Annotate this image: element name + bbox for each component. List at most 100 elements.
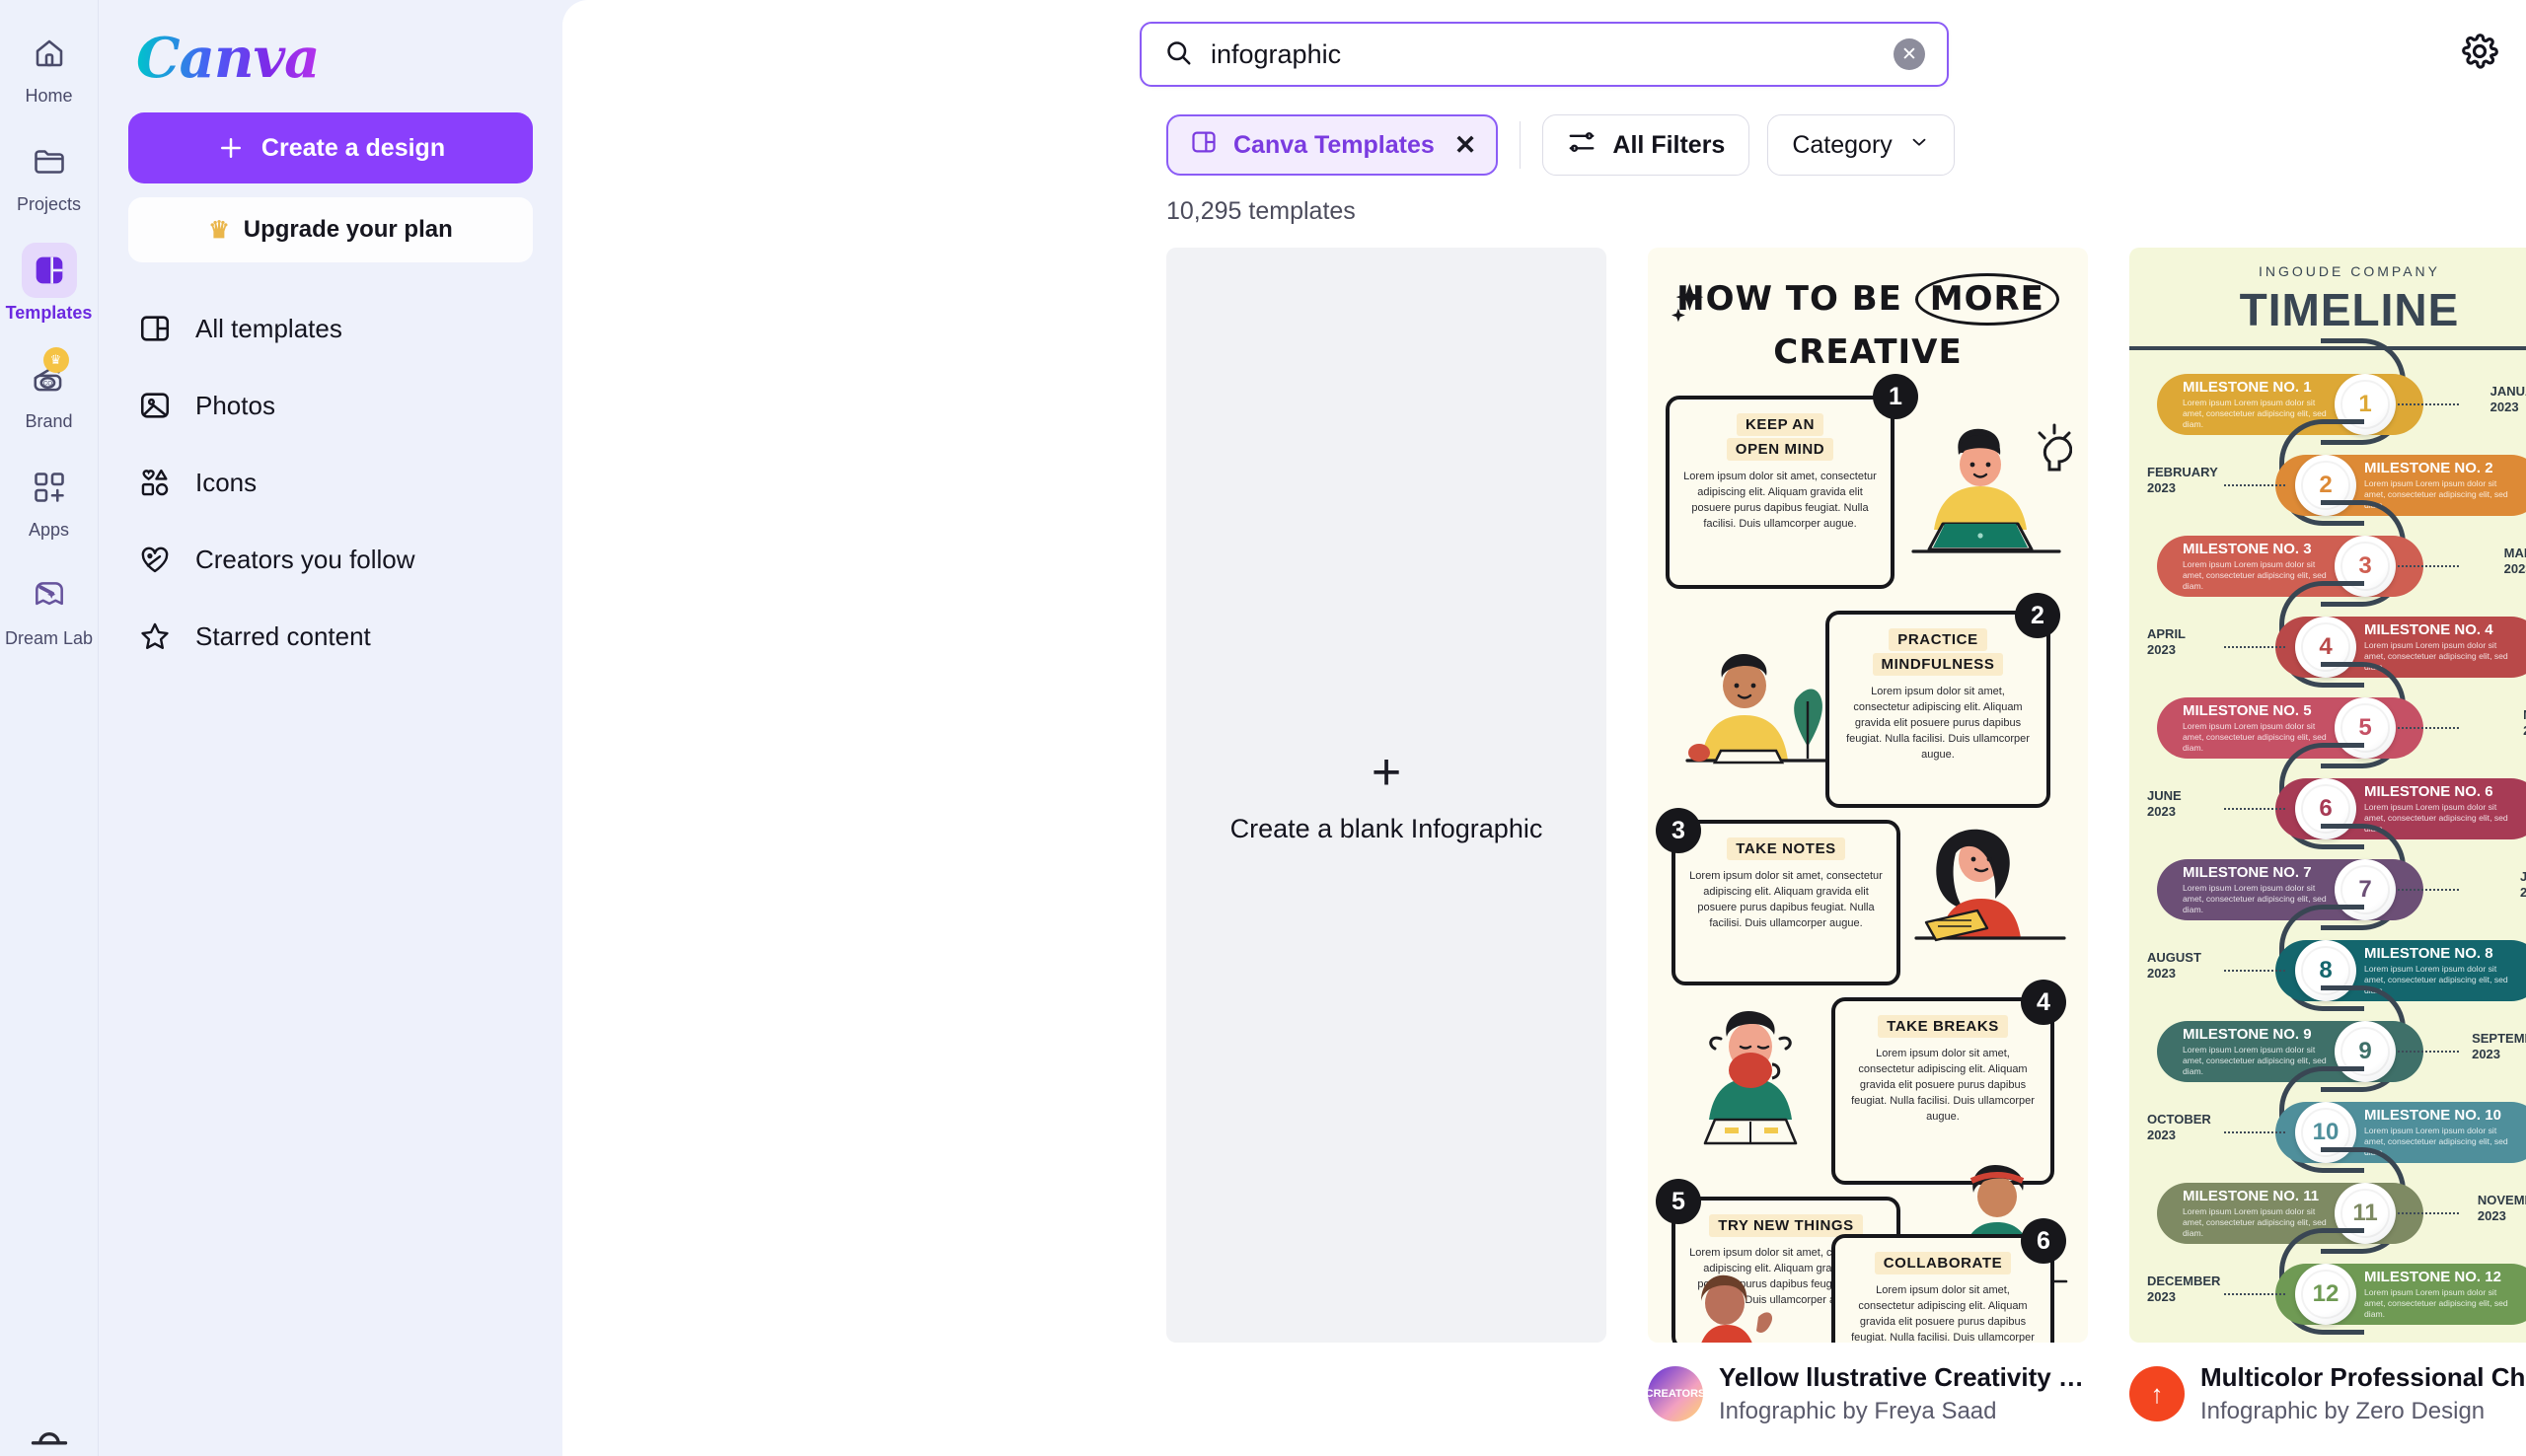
- rail-item-templates[interactable]: Templates: [0, 243, 99, 324]
- rail-label-templates: Templates: [5, 303, 93, 323]
- timeline-milestone-label: MILESTONE NO. 1: [2183, 378, 2312, 396]
- timeline-milestone-row: MILESTONE NO. 12 Lorem ipsum Lorem ipsum …: [2129, 1228, 2526, 1335]
- timeline-milestone-number: 12: [2295, 1264, 2356, 1325]
- illustration-person-coffee: [1703, 1011, 1798, 1145]
- rail-item-brand[interactable]: CO ♛ Brand: [0, 347, 99, 432]
- template-card[interactable]: + Create a blank Infographic: [1166, 248, 1606, 1425]
- svg-text:CO: CO: [42, 380, 52, 387]
- avatar[interactable]: CREATORS: [1648, 1366, 1703, 1421]
- timeline-date-month: AUGUST: [2147, 950, 2201, 965]
- timeline-milestone-date: SEPTEMBER2023: [2472, 1031, 2526, 1063]
- template-thumbnail-creative[interactable]: HOW TO BE MORE CREATIVE KEEP AN OPEN MIN…: [1648, 248, 2088, 1343]
- timeline-date-year: 2023: [2147, 642, 2176, 658]
- timeline-date-month: SEPTEMBER: [2472, 1031, 2526, 1046]
- timeline-milestone-date: FEBRUARY 2023: [2147, 465, 2218, 497]
- rail-overflow-icon[interactable]: [28, 1420, 71, 1456]
- template-author: Infographic by Zero Design: [2200, 1398, 2486, 1424]
- timeline-milestone-date: APRIL 2023: [2147, 626, 2186, 659]
- timeline-milestone-body: Lorem ipsum Lorem ipsum dolor sit amet, …: [2364, 801, 2508, 835]
- create-a-design-label: Create a design: [260, 133, 446, 162]
- all-filters-button[interactable]: All Filters: [1542, 114, 1750, 176]
- timeline-milestone-body: Lorem ipsum Lorem ipsum dolor sit amet, …: [2364, 1125, 2508, 1158]
- timeline-milestone-label: MILESTONE NO. 8: [2364, 944, 2493, 962]
- timeline-date-month: JANUARY: [2489, 384, 2526, 399]
- timeline-date-month: DECEMBER: [2147, 1274, 2221, 1288]
- rail-item-dream-lab[interactable]: Dream Lab: [0, 568, 99, 649]
- clear-search-button[interactable]: ✕: [1894, 38, 1925, 70]
- folder-icon: [22, 134, 77, 189]
- timeline-milestone-date: NOVEMBER2023: [2478, 1193, 2526, 1225]
- sparkle-icon: [1672, 281, 1717, 331]
- illustration-person-laptop: [1911, 423, 2072, 553]
- creative-step-tag: COLLABORATE: [1874, 1252, 2012, 1274]
- search-input[interactable]: [1211, 38, 1894, 70]
- rail-label-home: Home: [25, 86, 73, 106]
- rail-item-projects[interactable]: Projects: [0, 134, 99, 215]
- create-blank-infographic-tile[interactable]: + Create a blank Infographic: [1166, 248, 1606, 1343]
- creative-heading-more: MORE: [1914, 273, 2059, 326]
- results-count: 10,295 templates: [1166, 197, 1356, 225]
- creative-step-body: Lorem ipsum dolor sit amet, consectetur …: [1683, 471, 1877, 530]
- home-icon: [22, 26, 77, 81]
- illustration-person-waving: [1701, 1274, 1773, 1343]
- upgrade-your-plan-button[interactable]: ♛ Upgrade your plan: [128, 197, 533, 262]
- timeline-date-year: 2023: [2147, 804, 2176, 820]
- timeline-connector: [2398, 1212, 2459, 1214]
- template-card[interactable]: HOW TO BE MORE CREATIVE KEEP AN OPEN MIN…: [1648, 248, 2088, 1425]
- rail-label-projects: Projects: [16, 194, 82, 214]
- filters-divider: [1520, 121, 1522, 169]
- sidebar-item-creators-you-follow[interactable]: Creators you follow: [128, 521, 533, 598]
- timeline-date-month: FEBRUARY: [2147, 465, 2218, 479]
- timeline-title: TIMELINE: [2239, 284, 2460, 335]
- category-dropdown[interactable]: Category: [1767, 114, 1955, 176]
- canva-app-window: Home Projects Templates CO ♛ Brand Apps …: [0, 0, 2526, 1456]
- template-thumbnail-timeline[interactable]: INGOUDE COMPANY TIMELINE MILESTONE NO. 1…: [2129, 248, 2526, 1343]
- templates-sidebar: Canva Create a design ♛ Upgrade your pla…: [99, 0, 562, 1456]
- timeline-date-year: 2023: [2147, 1289, 2176, 1305]
- timeline-milestone-body: Lorem ipsum Lorem ipsum dolor sit amet, …: [2364, 1286, 2508, 1320]
- timeline-milestone-body: Lorem ipsum Lorem ipsum dolor sit amet, …: [2364, 639, 2508, 673]
- timeline-date-month: MARCH: [2503, 546, 2526, 560]
- sidebar-item-photos[interactable]: Photos: [128, 367, 533, 444]
- create-a-design-button[interactable]: Create a design: [128, 112, 533, 183]
- timeline-milestone-date: JULY2023: [2520, 869, 2526, 902]
- creative-step-tag: TRY NEW THINGS: [1709, 1214, 1863, 1237]
- timeline-milestone-date: JUNE 2023: [2147, 788, 2182, 821]
- timeline-date-month: NOVEMBER: [2477, 1193, 2526, 1207]
- templates-icon: [21, 243, 77, 298]
- plus-icon: [220, 138, 241, 158]
- gear-icon: [2460, 32, 2499, 74]
- timeline-connector: [2398, 1051, 2459, 1053]
- template-title[interactable]: Multicolor Professional Chro…: [2200, 1362, 2526, 1393]
- template-author: Infographic by Freya Saad: [1719, 1398, 1997, 1424]
- chip-canva-templates[interactable]: Canva Templates ✕: [1166, 114, 1499, 176]
- timeline-milestone-date: AUGUST 2023: [2147, 950, 2201, 983]
- avatar-label: ↑: [2150, 1378, 2164, 1409]
- timeline-date-year: 2023: [2147, 480, 2176, 496]
- timeline-date-month: JUNE: [2147, 788, 2182, 803]
- rail-item-home[interactable]: Home: [0, 26, 99, 107]
- search-bar[interactable]: ✕: [1140, 22, 1949, 87]
- template-title[interactable]: Yellow llustrative Creativity T…: [1719, 1362, 2088, 1393]
- sidebar-item-starred-content[interactable]: Starred content: [128, 598, 533, 675]
- timeline-connector: [2224, 484, 2285, 486]
- timeline-milestone-list: MILESTONE NO. 1 Lorem ipsum Lorem ipsum d…: [2129, 338, 2526, 1343]
- sidebar-item-icons[interactable]: Icons: [128, 444, 533, 521]
- rail-item-apps[interactable]: Apps: [0, 460, 99, 541]
- timeline-milestone-label: MILESTONE NO. 11: [2183, 1187, 2320, 1204]
- category-label: Category: [1792, 130, 1893, 159]
- timeline-connector: [2224, 646, 2285, 648]
- creative-step-tag: TAKE NOTES: [1727, 837, 1845, 860]
- shapes-icon: [136, 464, 174, 501]
- sidebar-item-all-templates[interactable]: All templates: [128, 290, 533, 367]
- timeline-milestone-body: Lorem ipsum Lorem ipsum dolor sit amet, …: [2364, 477, 2508, 511]
- avatar[interactable]: ↑: [2129, 1366, 2185, 1421]
- settings-gear-button[interactable]: [2455, 28, 2504, 77]
- filters-sliders-icon: [1567, 127, 1597, 164]
- plus-icon: +: [1371, 743, 1402, 801]
- chip-remove-icon[interactable]: ✕: [1454, 130, 1477, 161]
- template-meta: CREATORS Yellow llustrative Creativity T…: [1648, 1362, 2088, 1425]
- canva-logo[interactable]: Canva: [136, 26, 320, 91]
- template-card[interactable]: INGOUDE COMPANY TIMELINE MILESTONE NO. 1…: [2129, 248, 2526, 1425]
- creative-step-body: Lorem ipsum dolor sit amet, consectetur …: [1851, 1284, 2035, 1343]
